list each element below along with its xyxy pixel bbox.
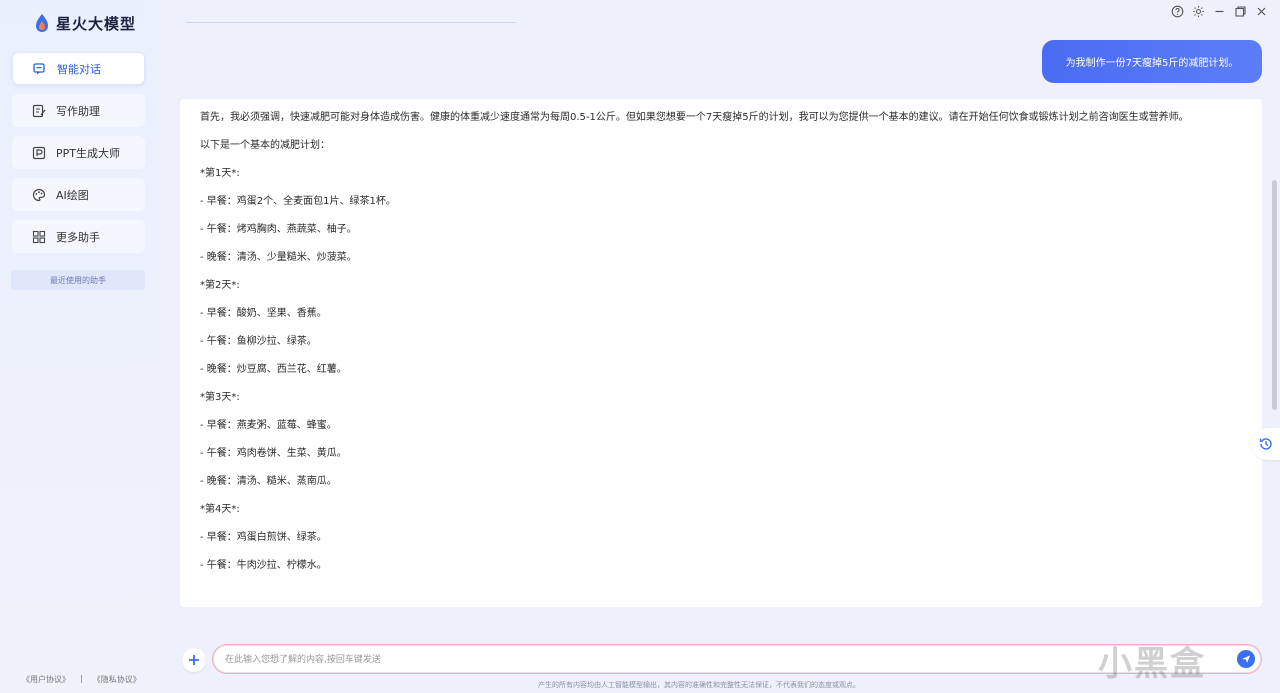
disclaimer-text: 产生的所有内容均由人工智能模型输出，其内容的准确性和完整性无法保证，不代表我们的… xyxy=(538,681,860,689)
chat-icon xyxy=(33,62,47,76)
footer-divider: | xyxy=(80,674,83,683)
answer-line: - 早餐：酸奶、坚果、香蕉。 xyxy=(200,308,327,319)
answer-line: *第4天*: xyxy=(200,504,240,515)
sidebar-item-chat[interactable]: 智能对话 xyxy=(12,52,145,85)
grid-icon xyxy=(32,230,46,244)
answer-line: *第3天*: xyxy=(200,392,240,403)
plus-icon xyxy=(189,655,199,665)
sidebar-item-label: 写作助理 xyxy=(56,104,100,118)
send-button[interactable] xyxy=(1237,650,1255,668)
sidebar-item-writing[interactable]: 写作助理 xyxy=(12,94,145,127)
user-agreement-link[interactable]: 《用户协议》 xyxy=(22,674,70,685)
sidebar-item-ai-drawing[interactable]: AI绘图 xyxy=(12,178,145,211)
window-controls xyxy=(1171,5,1268,18)
ppt-icon xyxy=(32,146,46,160)
send-icon xyxy=(1242,655,1250,663)
writing-icon xyxy=(32,104,46,118)
answer-line: - 晚餐：清汤、糙米、蒸南瓜。 xyxy=(200,476,337,487)
sidebar-item-label: AI绘图 xyxy=(56,188,89,202)
scrollbar-thumb[interactable] xyxy=(1272,180,1277,410)
history-icon xyxy=(1259,438,1272,450)
sidebar-item-ppt[interactable]: PPT生成大师 xyxy=(12,136,145,169)
answer-line: - 早餐：鸡蛋2个、全麦面包1片、绿茶1杯。 xyxy=(200,196,396,207)
answer-line: - 午餐：烤鸡胸肉、燕蔬菜、柚子。 xyxy=(200,224,357,235)
answer-line: *第2天*: xyxy=(200,280,240,291)
sidebar-item-label: PPT生成大师 xyxy=(56,146,120,160)
history-button[interactable] xyxy=(1252,428,1280,460)
message-input[interactable] xyxy=(225,652,1205,668)
app-logo[interactable]: 星火大模型 xyxy=(34,12,136,34)
minimize-icon[interactable] xyxy=(1213,5,1226,18)
close-icon[interactable] xyxy=(1255,5,1268,18)
sidebar-nav: 智能对话 写作助理 PPT生成大师 AI绘图 更多助手 xyxy=(12,52,145,262)
sidebar: 星火大模型 智能对话 写作助理 PPT生成大师 AI绘图 更多助手 最近使用的助… xyxy=(0,0,158,693)
answer-line: - 午餐：鸡肉卷饼、生菜、黄瓜。 xyxy=(200,448,347,459)
restore-icon[interactable] xyxy=(1234,5,1247,18)
answer-line: - 早餐：燕麦粥、蓝莓、蜂蜜。 xyxy=(200,420,337,431)
answer-line: - 午餐：鱼柳沙拉、绿茶。 xyxy=(200,336,317,347)
privacy-link[interactable]: 《隐私协议》 xyxy=(93,674,141,685)
footer-links: 《用户协议》 | 《隐私协议》 xyxy=(22,674,141,685)
app-title: 星火大模型 xyxy=(56,14,137,33)
answer-line: - 晚餐：炒豆腐、西兰花、红薯。 xyxy=(200,364,347,375)
sidebar-item-more[interactable]: 更多助手 xyxy=(12,220,145,253)
answer-line: 以下是一个基本的减肥计划： xyxy=(200,140,330,151)
answer-line: - 晚餐：清汤、少量糙米、炒菠菜。 xyxy=(200,252,357,263)
spark-logo-icon xyxy=(34,13,50,33)
watermark-text: 小黑盒 xyxy=(1098,644,1206,684)
answer-line: *第1天*: xyxy=(200,168,240,179)
sidebar-item-label: 更多助手 xyxy=(56,230,100,244)
help-icon[interactable] xyxy=(1171,5,1184,18)
palette-icon xyxy=(32,188,46,202)
sidebar-item-label: 智能对话 xyxy=(57,62,101,76)
answer-line: - 午餐：牛肉沙拉、柠檬水。 xyxy=(200,560,327,571)
add-button[interactable] xyxy=(182,648,206,672)
answer-line: 首先，我必须强调，快速减肥可能对身体造成伤害。健康的体重减少速度通常为每周0.5… xyxy=(200,112,1189,123)
top-divider xyxy=(186,22,516,23)
gear-icon[interactable] xyxy=(1192,5,1205,18)
answer-line: - 早餐：鸡蛋白煎饼、绿茶。 xyxy=(200,532,327,543)
recent-assistants-label[interactable]: 最近使用的助手 xyxy=(11,270,145,290)
assistant-answer-panel: 首先，我必须强调，快速减肥可能对身体造成伤害。健康的体重减少速度通常为每周0.5… xyxy=(180,99,1262,607)
user-message-bubble: 为我制作一份7天瘦掉5斤的减肥计划。 xyxy=(1042,40,1262,83)
